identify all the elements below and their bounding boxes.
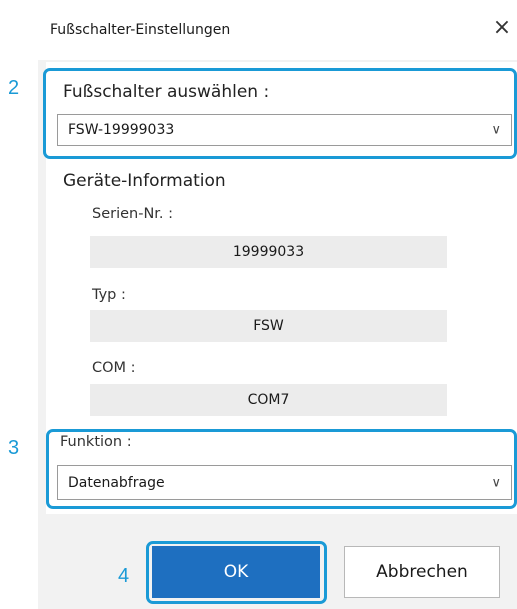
callout-highlight-function [46, 429, 517, 509]
type-value-field: FSW [90, 310, 447, 342]
callout-highlight-ok [146, 541, 327, 604]
device-info-heading: Geräte-Information [63, 171, 226, 191]
callout-number-4: 4 [118, 565, 130, 587]
close-icon[interactable]: × [490, 15, 514, 41]
callout-highlight-footswitch [43, 68, 517, 159]
serial-label: Serien-Nr. : [92, 206, 174, 222]
serial-value-field: 19999033 [90, 236, 447, 268]
type-label: Typ : [92, 287, 126, 303]
com-value-field: COM7 [90, 384, 447, 416]
cancel-button[interactable]: Abbrechen [344, 546, 500, 598]
com-label: COM : [92, 360, 136, 376]
callout-number-3: 3 [8, 437, 20, 459]
dialog-title: Fußschalter-Einstellungen [50, 22, 231, 38]
callout-number-2: 2 [8, 77, 20, 99]
